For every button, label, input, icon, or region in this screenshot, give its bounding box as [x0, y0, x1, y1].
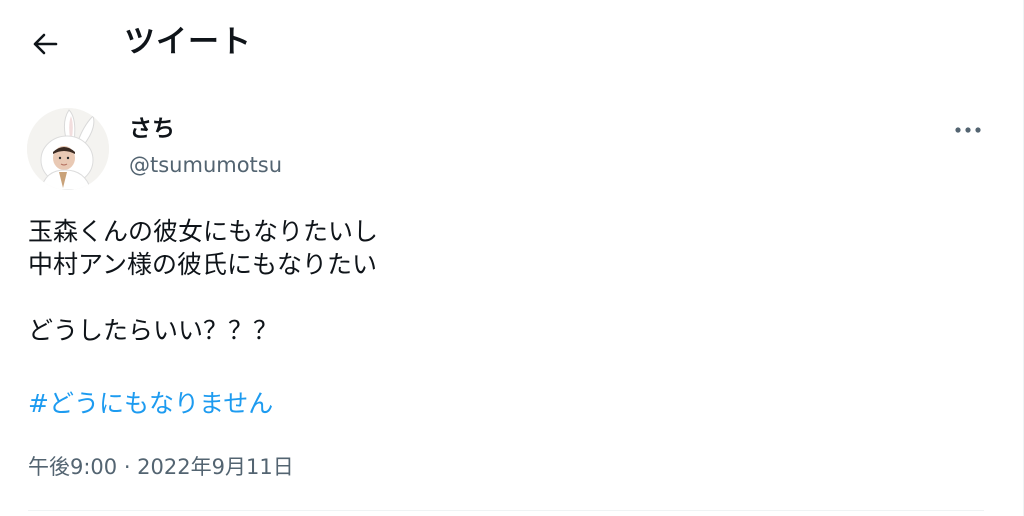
tweet-text-line: 中村アン様の彼氏にもなりたい — [28, 250, 378, 279]
divider — [28, 510, 984, 511]
hashtag-link[interactable]: #どうにもなりません — [28, 386, 273, 422]
page-title: ツイート — [124, 24, 252, 60]
page-header: ツイート — [0, 0, 1012, 86]
avatar-image — [27, 108, 109, 190]
tweet-timestamp[interactable]: 午後9:00 · 2022年9月11日 — [28, 452, 294, 482]
tweet-text-line: どうしたらいい？？？ — [28, 316, 279, 345]
avatar[interactable] — [27, 108, 109, 190]
tweet-detail-page: ツイート さち @tsumumotsu 玉森くんの彼女にもなりたいし 中村アン様… — [0, 0, 1024, 516]
tweet-text: 玉森くんの彼女にもなりたいし 中村アン様の彼氏にもなりたい どうしたらいい？？？ — [28, 215, 968, 347]
author-handle[interactable]: @tsumumotsu — [129, 151, 282, 179]
back-button[interactable] — [28, 27, 62, 61]
author-name[interactable]: さち — [129, 114, 175, 144]
tweet-text-line: 玉森くんの彼女にもなりたいし — [28, 217, 379, 246]
arrow-left-icon — [33, 33, 58, 55]
more-horizontal-icon — [955, 127, 981, 133]
more-options-button[interactable] — [948, 116, 988, 144]
